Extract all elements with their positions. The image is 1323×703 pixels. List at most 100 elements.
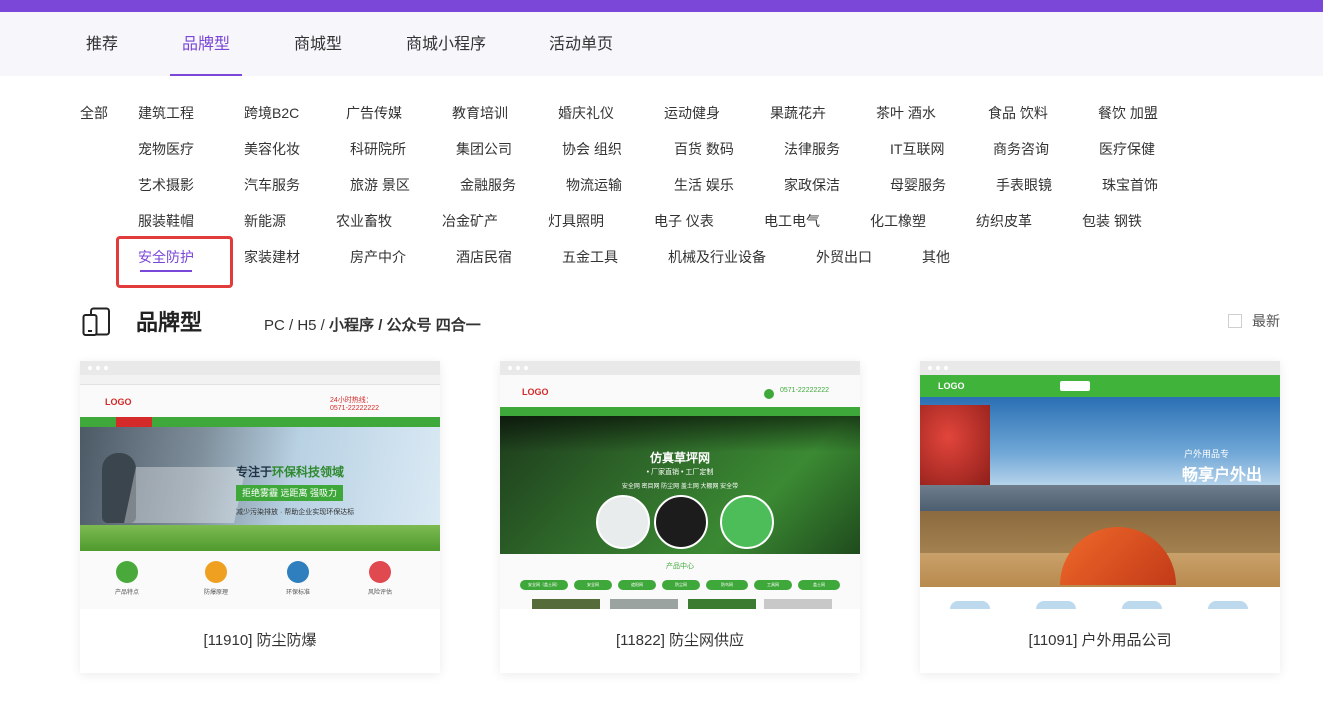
template-card[interactable]: LOGO 0571-22222222 仿真草坪网 • 厂家直销 • 工厂定制 安… xyxy=(500,361,860,673)
category-item[interactable]: 跨境B2C xyxy=(244,103,299,123)
tab-recommend[interactable]: 推荐 xyxy=(86,12,118,76)
category-item[interactable]: 新能源 xyxy=(244,211,286,231)
devices-icon xyxy=(82,307,110,336)
category-item[interactable]: 宠物医疗 xyxy=(138,139,194,159)
preview-headline: 专注于环保科技领域 xyxy=(236,465,345,479)
category-item[interactable]: 其他 xyxy=(922,247,950,267)
category-item[interactable]: 旅游 景区 xyxy=(350,175,410,195)
category-item[interactable]: 手表眼镜 xyxy=(996,175,1052,195)
category-item[interactable]: 纺织皮革 xyxy=(976,211,1032,231)
category-item[interactable]: 服装鞋帽 xyxy=(138,211,194,231)
category-item[interactable]: 冶金矿产 xyxy=(442,211,498,231)
category-item[interactable]: 家装建材 xyxy=(244,247,300,267)
category-item[interactable]: 电子 仪表 xyxy=(654,211,714,231)
category-item[interactable]: 科研院所 xyxy=(350,139,406,159)
top-accent-bar xyxy=(0,0,1323,12)
category-item[interactable]: 协会 组织 xyxy=(562,139,622,159)
category-item[interactable]: 婚庆礼仪 xyxy=(558,103,614,123)
preview-banner-title: 仿真草坪网 xyxy=(649,451,710,465)
preview-banner-box: 拒绝雾霾 远距离 强吸力 xyxy=(236,485,344,501)
category-item[interactable]: 建筑工程 xyxy=(138,103,194,123)
category-item[interactable]: 医疗保健 xyxy=(1099,139,1155,159)
category-item[interactable]: 包装 钢铁 xyxy=(1082,211,1142,231)
category-item[interactable]: 美容化妆 xyxy=(244,139,300,159)
browser-chrome xyxy=(500,361,860,375)
template-card-title[interactable]: [11822] 防尘网供应 xyxy=(500,609,860,673)
preview-phone: 0571-22222222 xyxy=(780,387,830,394)
preview-logo: LOGO xyxy=(105,397,132,407)
category-item[interactable]: 珠宝首饰 xyxy=(1102,175,1158,195)
category-item[interactable]: 食品 饮料 xyxy=(988,103,1048,123)
preview-feature-label: 防爆原理 xyxy=(203,590,228,596)
category-item[interactable]: 五金工具 xyxy=(562,247,618,267)
selected-category-highlight xyxy=(116,236,233,288)
preview-phone: 0571-22222222 xyxy=(330,405,380,412)
newest-label[interactable]: 最新 xyxy=(1252,312,1280,330)
category-item[interactable]: 物流运输 xyxy=(566,175,622,195)
newest-checkbox[interactable] xyxy=(1228,314,1242,328)
preview-feature-label: 风险评估 xyxy=(367,590,392,596)
category-item[interactable]: 果蔬花卉 xyxy=(770,103,826,123)
category-item[interactable]: 家政保洁 xyxy=(784,175,840,195)
template-type-tabs: 推荐 品牌型 商城型 商城小程序 活动单页 xyxy=(0,12,1323,76)
section-subtitle: PC / H5 / 小程序 / 公众号 四合一 xyxy=(264,316,481,336)
preview-pill: 防尘网 xyxy=(662,580,700,590)
preview-section-label: 产品中心 xyxy=(666,563,694,570)
preview-banner-tags: 安全网 密目网 防尘网 盖土网 大棚网 安全带 xyxy=(621,484,739,490)
template-card-title[interactable]: [11910] 防尘防爆 xyxy=(80,609,440,673)
preview-banner-small: 户外用品专 xyxy=(1184,449,1230,459)
category-item[interactable]: 灯具照明 xyxy=(548,211,604,231)
tab-brand[interactable]: 品牌型 xyxy=(169,12,243,76)
category-item[interactable]: 法律服务 xyxy=(784,139,840,159)
preview-logo: LOGO xyxy=(522,387,549,397)
category-item[interactable]: 生活 娱乐 xyxy=(674,175,734,195)
category-item[interactable]: 运动健身 xyxy=(664,103,720,123)
preview-pill: 安全网 xyxy=(574,580,612,590)
preview-pill: 工具网 xyxy=(754,580,792,590)
category-item[interactable]: 教育培训 xyxy=(452,103,508,123)
template-preview: LOGO 户外用品专 畅享户外出 xyxy=(920,375,1280,609)
tab-mall-miniprogram[interactable]: 商城小程序 xyxy=(406,12,486,76)
category-item[interactable]: IT互联网 xyxy=(890,139,944,159)
template-card[interactable]: LOGO 24小时热线： 0571-22222222 专注于环保科技领域 拒绝雾… xyxy=(80,361,440,673)
section-title: 品牌型 xyxy=(136,310,203,335)
category-item[interactable]: 广告传媒 xyxy=(346,103,402,123)
category-item[interactable]: 电工电气 xyxy=(764,211,820,231)
category-item[interactable]: 农业畜牧 xyxy=(336,211,392,231)
category-item[interactable]: 餐饮 加盟 xyxy=(1098,103,1158,123)
preview-feature-label: 产品特点 xyxy=(114,590,139,596)
preview-feature-label: 环保标准 xyxy=(285,590,310,596)
browser-chrome xyxy=(80,361,440,375)
category-item[interactable]: 机械及行业设备 xyxy=(668,247,766,267)
section-subtitle-bold: 小程序 / 公众号 四合一 xyxy=(329,317,481,334)
preview-banner-line: 减少污染排放 · 帮助企业实现环保达标 xyxy=(236,509,355,516)
category-item[interactable]: 母婴服务 xyxy=(890,175,946,195)
category-item[interactable]: 酒店民宿 xyxy=(456,247,512,267)
category-item[interactable]: 汽车服务 xyxy=(244,175,300,195)
template-card[interactable]: LOGO 户外用品专 畅享户外出 [11091] 户外用品公司 xyxy=(920,361,1280,673)
category-item[interactable]: 百货 数码 xyxy=(674,139,734,159)
preview-pill: 盖土网 xyxy=(798,580,840,590)
preview-banner-sub: • 厂家直销 • 工厂定制 xyxy=(646,469,714,476)
category-all[interactable]: 全部 xyxy=(80,103,108,123)
tab-mall[interactable]: 商城型 xyxy=(294,12,342,76)
category-item[interactable]: 艺术摄影 xyxy=(138,175,194,195)
preview-pill: 安全网（盖土网） xyxy=(520,580,568,590)
template-card-title[interactable]: [11091] 户外用品公司 xyxy=(920,609,1280,673)
category-item[interactable]: 集团公司 xyxy=(456,139,512,159)
template-preview: LOGO 24小时热线： 0571-22222222 专注于环保科技领域 拒绝雾… xyxy=(80,375,440,609)
preview-pill: 防鸟网 xyxy=(706,580,748,590)
tab-event-page[interactable]: 活动单页 xyxy=(549,12,613,76)
category-item[interactable]: 化工橡塑 xyxy=(870,211,926,231)
category-item[interactable]: 商务咨询 xyxy=(993,139,1049,159)
preview-pill: 遮阳网 xyxy=(618,580,656,590)
template-preview: LOGO 0571-22222222 仿真草坪网 • 厂家直销 • 工厂定制 安… xyxy=(500,375,860,609)
category-item[interactable]: 茶叶 酒水 xyxy=(876,103,936,123)
category-item[interactable]: 房产中介 xyxy=(350,247,406,267)
category-item[interactable]: 金融服务 xyxy=(460,175,516,195)
category-item[interactable]: 外贸出口 xyxy=(816,247,872,267)
preview-logo: LOGO xyxy=(938,381,965,391)
section-subtitle-plain: PC / H5 / xyxy=(264,317,330,334)
browser-chrome xyxy=(920,361,1280,375)
preview-banner-big: 畅享户外出 xyxy=(1182,467,1263,484)
